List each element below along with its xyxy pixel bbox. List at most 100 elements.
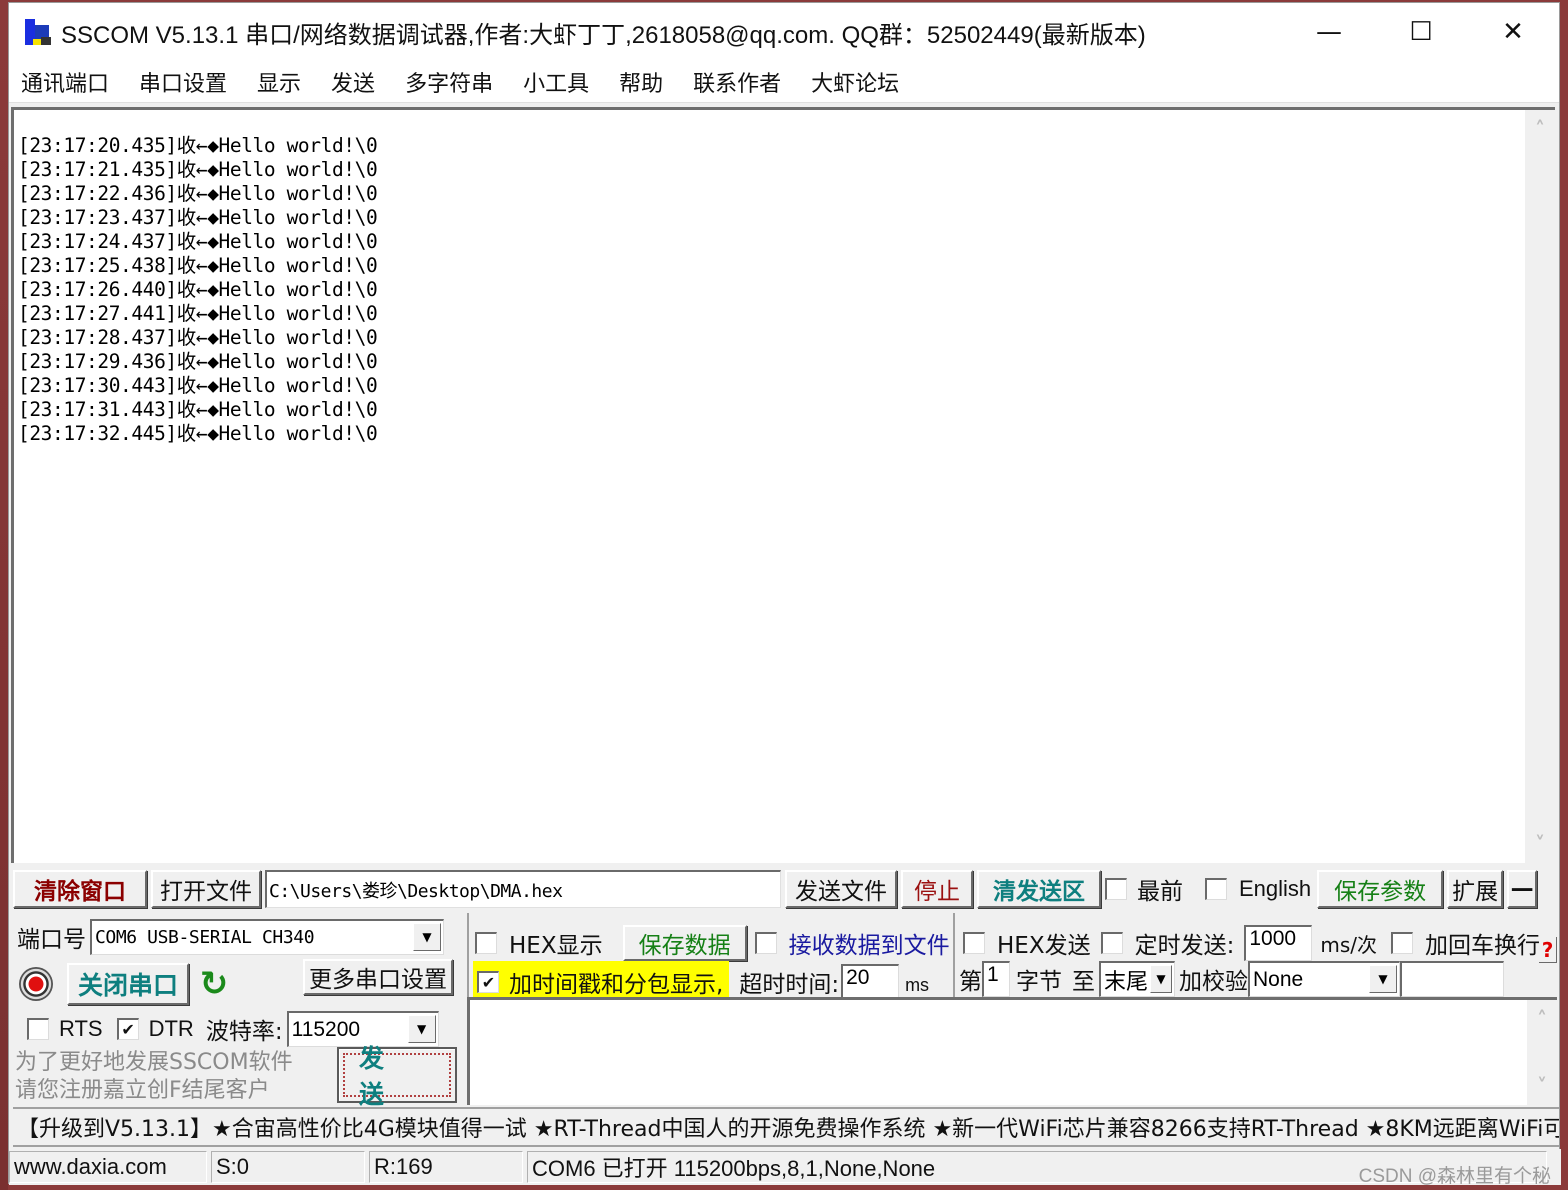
timed-send-checkbox[interactable] [1100,932,1123,954]
menu-serial-settings[interactable]: 串口设置 [139,66,227,98]
news-ticker[interactable]: 【升级到V5.13.1】★合宙高性价比4G模块值得一试 ★RT-Thread中国… [13,1107,1559,1147]
file-toolbar: 清除窗口 打开文件 C:\Users\娄珍\Desktop\DMA.hex 发送… [13,867,1557,911]
save-data-button[interactable]: 保存数据 [622,925,747,961]
close-icon: ✕ [1502,17,1524,47]
rts-label: RTS [59,1016,103,1041]
collapse-button[interactable]: — [1507,870,1538,908]
from-byte-input[interactable]: 1 [982,961,1010,997]
clear-window-button[interactable]: 清除窗口 [13,870,147,908]
hex-send-label: HEX发送 [997,933,1091,959]
menu-contact-author[interactable]: 联系作者 [693,66,781,98]
file-path-input[interactable]: C:\Users\娄珍\Desktop\DMA.hex [265,870,781,908]
send-input-area[interactable]: ˄ ˅ [467,997,1557,1105]
scroll-up-icon[interactable]: ˄ [1527,1004,1557,1034]
recv-to-file-checkbox[interactable] [754,932,777,954]
from-label: 第 [959,969,982,995]
app-logo-icon [21,17,55,47]
interval-input[interactable]: 1000 [1244,925,1313,961]
menu-display[interactable]: 显示 [257,66,301,98]
dtr-checkbox[interactable]: ✔ [116,1018,139,1040]
port-status-led-icon [19,967,53,1001]
status-sent-count: S:0 [211,1151,365,1183]
chevron-down-icon[interactable]: ▼ [413,923,441,951]
timestamp-label: 加时间戳和分包显示, [509,972,724,998]
timeout-input[interactable]: 20 [841,964,900,1000]
close-button[interactable]: ✕ [1467,3,1559,61]
clear-send-button[interactable]: 清发送区 [977,870,1101,908]
receive-line: [23:17:20.435]收←◆Hello world!\0 [18,134,378,157]
recv-to-file-label[interactable]: 接收数据到文件 [789,926,950,960]
timestamp-checkbox[interactable]: ✔ [477,971,499,993]
hex-display-label: HEX显示 [509,933,603,959]
chevron-down-icon[interactable]: ▼ [1150,965,1172,993]
receive-line: [23:17:32.445]收←◆Hello world!\0 [18,422,378,445]
english-checkbox[interactable] [1205,878,1227,900]
desktop-background [0,0,8,1190]
topmost-checkbox[interactable] [1105,878,1127,900]
port-value: COM6 USB-SERIAL CH340 [95,927,315,948]
english-label: English [1239,876,1312,901]
interval-unit: ms/次 [1320,932,1377,957]
send-scrollbar[interactable]: ˄ ˅ [1527,1000,1557,1105]
baud-label: 波特率: [205,1019,283,1045]
hex-display-checkbox[interactable] [475,932,497,954]
byte-label: 字节 [1016,969,1062,995]
chevron-down-icon[interactable]: ▼ [1369,965,1397,993]
maximize-icon: ☐ [1409,17,1433,47]
save-params-button[interactable]: 保存参数 [1317,870,1444,908]
receive-line: [23:17:26.440]收←◆Hello world!\0 [18,278,378,301]
status-website[interactable]: www.daxia.com [9,1151,207,1183]
menu-send[interactable]: 发送 [331,66,375,98]
title-bar[interactable]: SSCOM V5.13.1 串口/网络数据调试器,作者:大虾丁丁,2618058… [9,3,1559,61]
minimize-icon: — [1316,17,1342,47]
send-button[interactable]: 发 送 [337,1044,457,1109]
port-select[interactable]: COM6 USB-SERIAL CH340 ▼ [90,919,444,955]
checksum-select[interactable]: None ▼ [1248,961,1400,997]
menu-multi-string[interactable]: 多字符串 [405,66,493,98]
menu-tools[interactable]: 小工具 [523,66,589,98]
menu-comm-port[interactable]: 通讯端口 [21,66,109,98]
receive-line: [23:17:22.436]收←◆Hello world!\0 [18,182,378,205]
promo-line-1: 为了更好地发展SSCOM软件 [15,1050,293,1075]
receive-area[interactable]: [23:17:20.435]收←◆Hello world!\0 [23:17:21… [11,107,1555,863]
sscom-window: SSCOM V5.13.1 串口/网络数据调试器,作者:大虾丁丁,2618058… [8,2,1561,1187]
receive-line: [23:17:27.441]收←◆Hello world!\0 [18,302,378,325]
close-port-button[interactable]: 关闭串口 [67,963,189,1005]
send-button-label: 发 送 [343,1044,451,1109]
timed-send-label: 定时发送: [1134,933,1235,959]
more-serial-settings-button[interactable]: 更多串口设置 [303,959,453,995]
expand-button[interactable]: 扩展 [1447,870,1504,908]
scroll-up-icon[interactable]: ˄ [1525,114,1555,144]
hex-send-checkbox[interactable] [963,932,985,954]
receive-line: [23:17:24.437]收←◆Hello world!\0 [18,230,378,253]
refresh-icon[interactable]: ↻ [197,964,231,1004]
menu-forum[interactable]: 大虾论坛 [811,66,899,98]
status-received-count: R:169 [369,1151,523,1183]
rts-checkbox[interactable] [27,1018,49,1040]
maximize-button[interactable]: ☐ [1375,3,1467,61]
promo-line-2: 请您注册嘉立创F结尾客户 [15,1078,270,1103]
watermark: CSDN @森林里有个秘 [1358,1166,1551,1187]
topmost-label: 最前 [1137,879,1183,905]
open-file-button[interactable]: 打开文件 [151,870,261,908]
scroll-down-icon[interactable]: ˅ [1525,829,1555,859]
receive-scrollbar[interactable]: ˄ ˅ [1525,110,1555,863]
receive-log: [23:17:20.435]收←◆Hello world!\0 [23:17:21… [18,134,378,446]
minimize-button[interactable]: — [1283,3,1375,61]
baud-value: 115200 [291,1017,361,1041]
to-select[interactable]: 末尾 ▼ [1099,961,1175,997]
checksum-label: 加校验 [1179,969,1248,995]
receive-line: [23:17:25.438]收←◆Hello world!\0 [18,254,378,277]
status-bar: www.daxia.com S:0 R:169 COM6 已打开 115200b… [9,1149,1561,1185]
receive-line: [23:17:28.437]收←◆Hello world!\0 [18,326,378,349]
stop-button[interactable]: 停止 [901,870,973,908]
timeout-label: 超时时间: [739,972,840,998]
checksum-value: None [1253,967,1304,991]
scroll-down-icon[interactable]: ˅ [1527,1071,1557,1101]
window-title: SSCOM V5.13.1 串口/网络数据调试器,作者:大虾丁丁,2618058… [61,21,1146,49]
help-icon[interactable]: ? [1539,937,1557,963]
port-panel: 端口号 COM6 USB-SERIAL CH340 ▼ 关闭串口 ↻ 更多串口设… [13,913,461,1109]
menu-help[interactable]: 帮助 [619,66,663,98]
add-crlf-checkbox[interactable] [1390,932,1413,954]
send-file-button[interactable]: 发送文件 [785,870,897,908]
